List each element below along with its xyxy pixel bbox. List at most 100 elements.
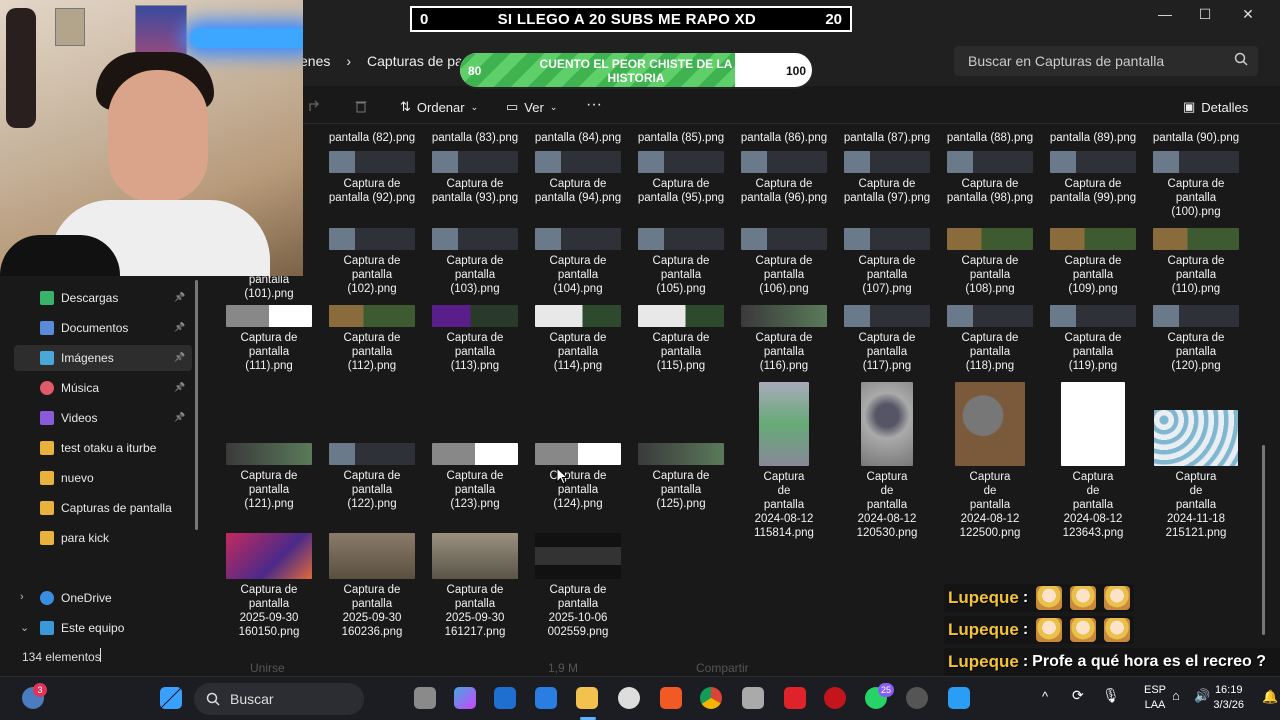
file-tile[interactable]: pantalla (87).png	[837, 131, 937, 145]
sidebar-item-capturas-de-pantalla[interactable]: Capturas de pantalla	[14, 495, 192, 521]
file-tile[interactable]: Captura de pantalla 2025-09-30 160236.png	[322, 533, 422, 639]
system-clock[interactable]: 16:19 3/3/26	[1213, 683, 1244, 713]
file-tile[interactable]: Captura de pantalla 2024-08-12 123643.png	[1043, 382, 1143, 540]
chrome-icon[interactable]	[700, 687, 722, 709]
file-tile[interactable]: Captura de pantalla (119).png	[1043, 305, 1143, 373]
sidebar-item-onedrive[interactable]: › OneDrive	[14, 585, 192, 611]
file-tile[interactable]: Captura de pantalla (95).png	[631, 151, 731, 205]
sidebar-item-nuevo[interactable]: nuevo	[14, 465, 192, 491]
file-tile[interactable]: Captura de pantalla (121).png	[219, 443, 319, 511]
delete-icon[interactable]	[354, 99, 368, 113]
sidebar-item-este-equipo[interactable]: ⌄ Este equipo	[14, 615, 192, 641]
brave-icon[interactable]	[660, 687, 682, 709]
file-tile[interactable]: Captura de pantalla (96).png	[734, 151, 834, 205]
task-view-icon[interactable]	[414, 687, 436, 709]
file-tile[interactable]: pantalla (101).png	[219, 273, 319, 301]
file-tile[interactable]: Captura de pantalla (118).png	[940, 305, 1040, 373]
sidebar-item-para-kick[interactable]: para kick	[14, 525, 192, 551]
recorder-icon[interactable]	[742, 687, 764, 709]
file-tile[interactable]: Captura de pantalla (109).png	[1043, 228, 1143, 296]
file-tile[interactable]: Captura de pantalla 2025-09-30 161217.png	[425, 533, 525, 639]
sidebar-item-documentos[interactable]: Documentos 📌	[14, 315, 192, 341]
volume-icon[interactable]: 🔊	[1194, 688, 1210, 704]
search-input[interactable]: Buscar en Capturas de pantalla	[954, 46, 1258, 76]
amd-icon[interactable]	[784, 687, 806, 709]
file-tile[interactable]: Captura de pantalla (107).png	[837, 228, 937, 296]
app-icon[interactable]	[948, 687, 970, 709]
file-tile[interactable]: Captura de pantalla (124).png	[528, 443, 628, 511]
file-tile[interactable]: Captura de pantalla (103).png	[425, 228, 525, 296]
breadcrumb-item[interactable]: enes	[300, 53, 330, 69]
taskbar-search[interactable]: Buscar	[194, 683, 364, 715]
sidebar-item-imágenes[interactable]: Imágenes 📌	[14, 345, 192, 371]
close-button[interactable]: ✕	[1228, 6, 1268, 26]
file-tile[interactable]: Captura de pantalla (117).png	[837, 305, 937, 373]
expand-chevron-icon[interactable]: ⌄	[20, 621, 29, 634]
file-tile[interactable]: Captura de pantalla (104).png	[528, 228, 628, 296]
file-tile[interactable]: Captura de pantalla (106).png	[734, 228, 834, 296]
outlook-icon[interactable]	[494, 687, 516, 709]
microphone-icon[interactable]: 🎙	[1102, 687, 1120, 704]
chevron-up-icon[interactable]: ^	[1042, 689, 1048, 704]
file-tile[interactable]: Captura de pantalla 2024-11-18 215121.png	[1146, 410, 1246, 540]
file-tile[interactable]: Captura de pantalla (114).png	[528, 305, 628, 373]
file-tile[interactable]: Captura de pantalla (111).png	[219, 305, 319, 373]
game-app-icon[interactable]	[824, 687, 846, 709]
file-tile[interactable]: pantalla (83).png	[425, 131, 525, 145]
file-tile[interactable]: Captura de pantalla (102).png	[322, 228, 422, 296]
file-tile[interactable]: Captura de pantalla (112).png	[322, 305, 422, 373]
bell-icon[interactable]: 🔔	[1262, 689, 1278, 705]
file-tile[interactable]: Captura de pantalla (120).png	[1146, 305, 1246, 373]
file-tile[interactable]: Captura de pantalla (94).png	[528, 151, 628, 205]
file-tile[interactable]: Captura de pantalla (123).png	[425, 443, 525, 511]
sidebar-item-descargas[interactable]: Descargas 📌	[14, 285, 192, 311]
file-tile[interactable]: Captura de pantalla (110).png	[1146, 228, 1246, 296]
file-tile[interactable]: Captura de pantalla 2024-08-12 115814.png	[734, 382, 834, 540]
more-options-button[interactable]: ···	[586, 96, 602, 114]
file-tile[interactable]: Captura de pantalla 2025-10-06 002559.png	[528, 533, 628, 639]
file-tile[interactable]: Captura de pantalla (98).png	[940, 151, 1040, 205]
sync-icon[interactable]: ⟳	[1072, 687, 1084, 704]
file-tile[interactable]: pantalla (88).png	[940, 131, 1040, 145]
file-tile[interactable]: Captura de pantalla (99).png	[1043, 151, 1143, 205]
clock-app-icon[interactable]	[618, 687, 640, 709]
file-tile[interactable]: Captura de pantalla (93).png	[425, 151, 525, 205]
sort-button[interactable]: ⇅ Ordenar ⌄	[400, 99, 478, 115]
file-explorer-icon[interactable]	[576, 687, 598, 709]
details-button[interactable]: ▣ Detalles	[1183, 99, 1248, 115]
file-tile[interactable]: pantalla (86).png	[734, 131, 834, 145]
file-tile[interactable]: Captura de pantalla (105).png	[631, 228, 731, 296]
network-icon[interactable]: ⌂	[1172, 688, 1180, 703]
language-indicator[interactable]: ESP LAA	[1144, 683, 1166, 713]
file-tile[interactable]: Captura de pantalla (115).png	[631, 305, 731, 373]
file-tile[interactable]: Captura de pantalla (100).png	[1146, 151, 1246, 219]
file-tile[interactable]: Captura de pantalla 2025-09-30 160150.png	[219, 533, 319, 639]
file-tile[interactable]: pantalla (84).png	[528, 131, 628, 145]
maximize-button[interactable]: ☐	[1185, 6, 1225, 26]
file-tile[interactable]: pantalla (89).png	[1043, 131, 1143, 145]
minimize-button[interactable]: —	[1145, 6, 1185, 26]
store-icon[interactable]	[535, 687, 557, 709]
file-tile[interactable]: Captura de pantalla (125).png	[631, 443, 731, 511]
file-tile[interactable]: Captura de pantalla (116).png	[734, 305, 834, 373]
file-tile[interactable]: Captura de pantalla 2024-08-12 122500.png	[940, 382, 1040, 540]
obs-icon[interactable]	[906, 687, 928, 709]
file-tile[interactable]: Captura de pantalla 2024-08-12 120530.png	[837, 382, 937, 540]
file-tile[interactable]: pantalla (90).png	[1146, 131, 1246, 145]
file-tile[interactable]: Captura de pantalla (108).png	[940, 228, 1040, 296]
sidebar-scrollbar[interactable]	[195, 280, 198, 530]
file-tile[interactable]: Captura de pantalla (113).png	[425, 305, 525, 373]
sidebar-item-videos[interactable]: Videos 📌	[14, 405, 192, 431]
share-icon[interactable]	[308, 99, 322, 113]
start-icon[interactable]	[160, 687, 182, 709]
sidebar-item-test-otaku-a-iturbe[interactable]: test otaku a iturbe	[14, 435, 192, 461]
file-tile[interactable]: pantalla (82).png	[322, 131, 422, 145]
expand-chevron-icon[interactable]: ›	[20, 591, 24, 603]
file-tile[interactable]: Captura de pantalla (97).png	[837, 151, 937, 205]
sidebar-item-música[interactable]: Música 📌	[14, 375, 192, 401]
file-tile[interactable]: pantalla (85).png	[631, 131, 731, 145]
view-button[interactable]: ▭ Ver ⌄	[506, 99, 557, 115]
copilot-icon[interactable]	[454, 687, 476, 709]
file-tile[interactable]: Captura de pantalla (92).png	[322, 151, 422, 205]
file-tile[interactable]: Captura de pantalla (122).png	[322, 443, 422, 511]
